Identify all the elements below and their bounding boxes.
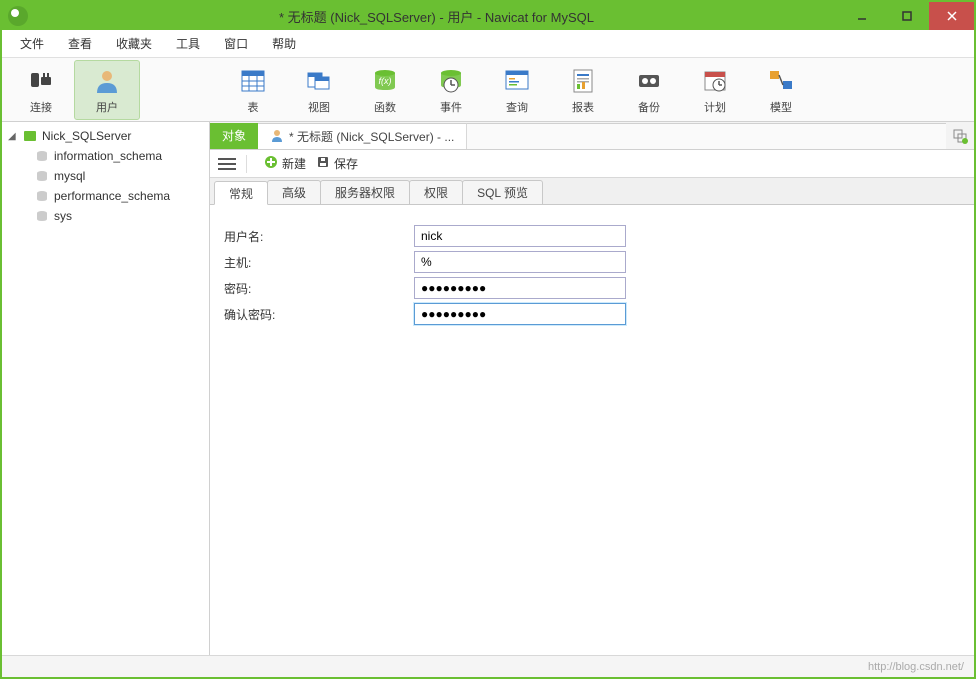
menu-window[interactable]: 窗口 (214, 31, 258, 56)
toolbar-user[interactable]: 用户 (74, 60, 140, 120)
menubar: 文件 查看 收藏夹 工具 窗口 帮助 (2, 30, 974, 58)
input-confirm-password[interactable] (414, 303, 626, 325)
toolbar-connection[interactable]: 连接 (8, 60, 74, 120)
query-icon (501, 65, 533, 97)
tree-db-information-schema[interactable]: information_schema (2, 146, 209, 166)
tree-label: sys (54, 209, 72, 223)
input-host[interactable] (414, 251, 626, 273)
user-small-icon (270, 128, 284, 145)
form-general: 用户名: 主机: 密码: 确认密码: (210, 204, 974, 655)
tab-user-editor[interactable]: * 无标题 (Nick_SQLServer) - ... (258, 123, 467, 149)
toolbar-report[interactable]: 报表 (550, 60, 616, 120)
subtab-advanced[interactable]: 高级 (267, 180, 321, 204)
minimize-button[interactable] (839, 2, 884, 30)
toolbar-table[interactable]: 表 (220, 60, 286, 120)
database-icon (34, 188, 50, 204)
duplicate-icon[interactable] (946, 128, 974, 144)
toolbar-event[interactable]: 事件 (418, 60, 484, 120)
database-icon (34, 208, 50, 224)
property-tabs: 常规 高级 服务器权限 权限 SQL 预览 (210, 178, 974, 204)
menu-help[interactable]: 帮助 (262, 31, 306, 56)
subtab-server-privileges[interactable]: 服务器权限 (320, 180, 410, 204)
label-confirm-password: 确认密码: (224, 306, 414, 323)
menu-tools[interactable]: 工具 (166, 31, 210, 56)
subtab-general[interactable]: 常规 (214, 181, 268, 205)
close-button[interactable] (929, 2, 974, 30)
user-icon (91, 65, 123, 97)
save-button[interactable]: 保存 (316, 155, 358, 172)
tab-objects[interactable]: 对象 (210, 123, 258, 149)
input-username[interactable] (414, 225, 626, 247)
tree-connection[interactable]: ◢ Nick_SQLServer (2, 126, 209, 146)
app-icon (8, 6, 28, 26)
save-icon (316, 155, 330, 172)
footer-text: http://blog.csdn.net/ (868, 661, 964, 673)
tree-db-performance-schema[interactable]: performance_schema (2, 186, 209, 206)
menu-favorites[interactable]: 收藏夹 (106, 31, 162, 56)
table-icon (237, 65, 269, 97)
label-password: 密码: (224, 280, 414, 297)
tree-label: mysql (54, 169, 85, 183)
document-tabs: 对象 * 无标题 (Nick_SQLServer) - ... (210, 122, 974, 150)
report-icon (567, 65, 599, 97)
action-bar: 新建 保存 (210, 150, 974, 178)
label-host: 主机: (224, 254, 414, 271)
function-icon: f(x) (369, 65, 401, 97)
toolbar-view[interactable]: 视图 (286, 60, 352, 120)
event-icon (435, 65, 467, 97)
calendar-icon (699, 65, 731, 97)
new-button[interactable]: 新建 (264, 155, 306, 172)
sidebar: ◢ Nick_SQLServer information_schema mysq… (2, 122, 210, 655)
toolbar-model[interactable]: 模型 (748, 60, 814, 120)
backup-icon (633, 65, 665, 97)
subtab-sql-preview[interactable]: SQL 预览 (462, 180, 543, 204)
menu-view[interactable]: 查看 (58, 31, 102, 56)
database-icon (34, 148, 50, 164)
status-bar: http://blog.csdn.net/ (2, 655, 974, 677)
toolbar-query[interactable]: 查询 (484, 60, 550, 120)
caret-icon: ◢ (8, 131, 18, 142)
svg-text:f(x): f(x) (379, 76, 392, 86)
toolbar: 连接 用户 表 视图 f(x) 函数 事件 查询 报表 备份 计划 模型 (2, 58, 974, 122)
server-icon (22, 128, 38, 144)
input-password[interactable] (414, 277, 626, 299)
tree-label: information_schema (54, 149, 162, 163)
plug-icon (25, 65, 57, 97)
window-title: * 无标题 (Nick_SQLServer) - 用户 - Navicat fo… (34, 7, 839, 26)
plus-icon (264, 155, 278, 172)
menu-file[interactable]: 文件 (10, 31, 54, 56)
tree-root-label: Nick_SQLServer (42, 129, 131, 143)
menu-icon[interactable] (218, 155, 236, 173)
toolbar-function[interactable]: f(x) 函数 (352, 60, 418, 120)
tree-db-mysql[interactable]: mysql (2, 166, 209, 186)
toolbar-backup[interactable]: 备份 (616, 60, 682, 120)
model-icon (765, 65, 797, 97)
view-icon (303, 65, 335, 97)
database-icon (34, 168, 50, 184)
toolbar-schedule[interactable]: 计划 (682, 60, 748, 120)
tree-db-sys[interactable]: sys (2, 206, 209, 226)
label-username: 用户名: (224, 228, 414, 245)
subtab-privileges[interactable]: 权限 (409, 180, 463, 204)
tree-label: performance_schema (54, 189, 170, 203)
maximize-button[interactable] (884, 2, 929, 30)
